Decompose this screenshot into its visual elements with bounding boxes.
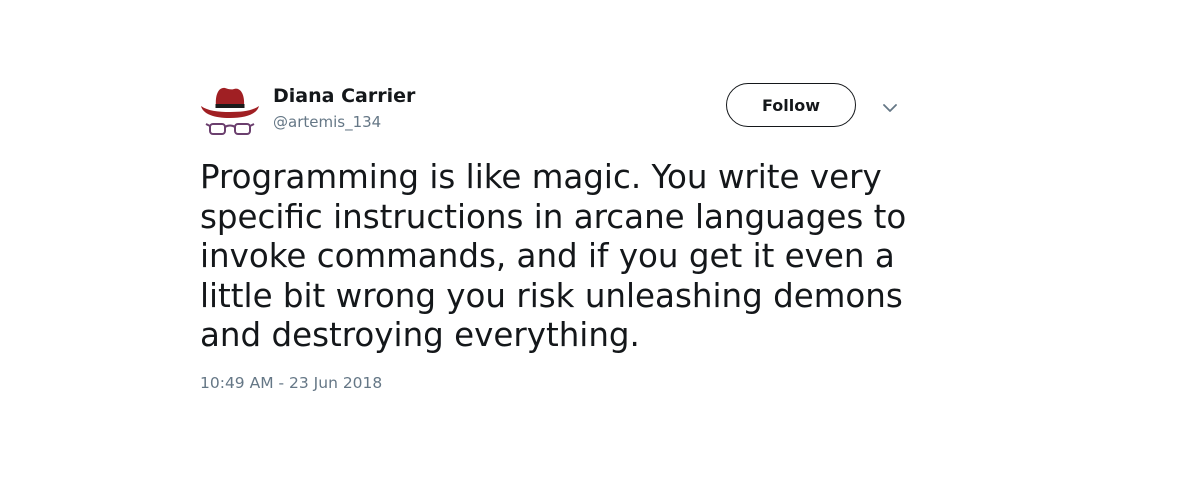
tweet-text-line: and destroying everything. <box>200 316 640 354</box>
tweet-text-line: specific instructions in arcane language… <box>200 197 907 236</box>
tweet-text-line: invoke commands, and if you get it even … <box>200 237 895 275</box>
chevron-down-icon <box>883 104 897 112</box>
tweet-text-line: Programming is like magic. You write ver… <box>200 158 882 196</box>
tweet-text: Programming is like magic. You write ver… <box>200 158 907 356</box>
tweet-text-line: little bit wrong you risk unleashing dem… <box>200 276 903 315</box>
user-handle[interactable]: @artemis_134 <box>273 112 415 132</box>
display-name[interactable]: Diana Carrier <box>273 84 415 108</box>
more-options-button[interactable] <box>880 101 900 115</box>
tweet-card: Diana Carrier @artemis_134 Follow Progra… <box>200 80 910 400</box>
follow-button[interactable]: Follow <box>726 83 856 127</box>
avatar[interactable] <box>200 84 260 136</box>
hat-and-glasses-icon <box>201 87 259 135</box>
tweet-timestamp[interactable]: 10:49 AM - 23 Jun 2018 <box>200 373 382 393</box>
user-info[interactable]: Diana Carrier @artemis_134 <box>273 84 415 132</box>
